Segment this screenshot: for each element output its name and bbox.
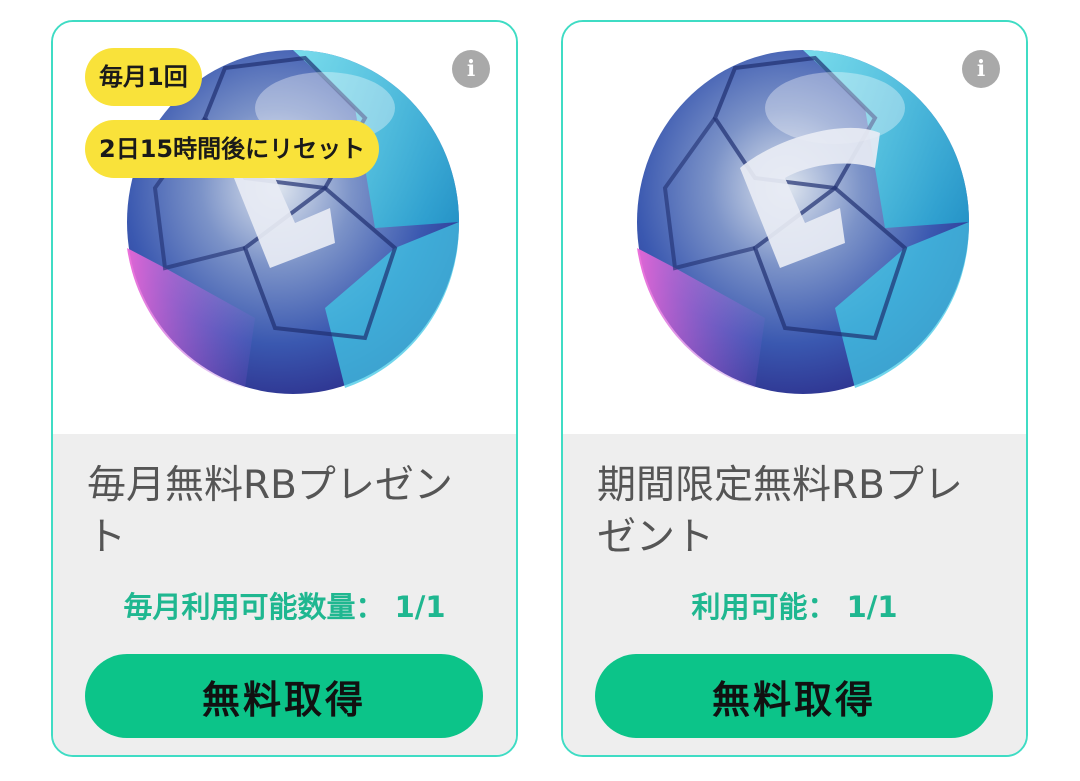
card-image-area: 毎月1回 2日15時間後にリセット i bbox=[53, 22, 516, 434]
monthly-free-rb-card: 毎月1回 2日15時間後にリセット i 毎月無料RBプレゼント 毎月利用可能数量… bbox=[51, 20, 518, 757]
card-image-area: i bbox=[563, 22, 1026, 434]
info-icon[interactable]: i bbox=[962, 50, 1000, 88]
info-icon[interactable]: i bbox=[452, 50, 490, 88]
card-details: 期間限定無料RBプレゼント 利用可能： 1/1 無料取得 bbox=[563, 434, 1026, 755]
reset-countdown-badge: 2日15時間後にリセット bbox=[85, 120, 380, 178]
card-title: 毎月無料RBプレゼント bbox=[87, 463, 453, 560]
availability-count: 利用可能： 1/1 bbox=[691, 590, 898, 624]
monthly-limit-badge: 毎月1回 bbox=[85, 48, 202, 106]
limited-free-rb-card: i 期間限定無料RBプレゼント 利用可能： 1/1 無料取得 bbox=[561, 20, 1028, 757]
claim-free-button[interactable]: 無料取得 bbox=[595, 654, 993, 738]
claim-free-button[interactable]: 無料取得 bbox=[85, 654, 483, 738]
availability-count: 毎月利用可能数量： 1/1 bbox=[123, 590, 446, 624]
soccer-ball-icon bbox=[637, 50, 970, 394]
card-title: 期間限定無料RBプレゼント bbox=[597, 463, 963, 560]
card-details: 毎月無料RBプレゼント 毎月利用可能数量： 1/1 無料取得 bbox=[53, 434, 516, 755]
